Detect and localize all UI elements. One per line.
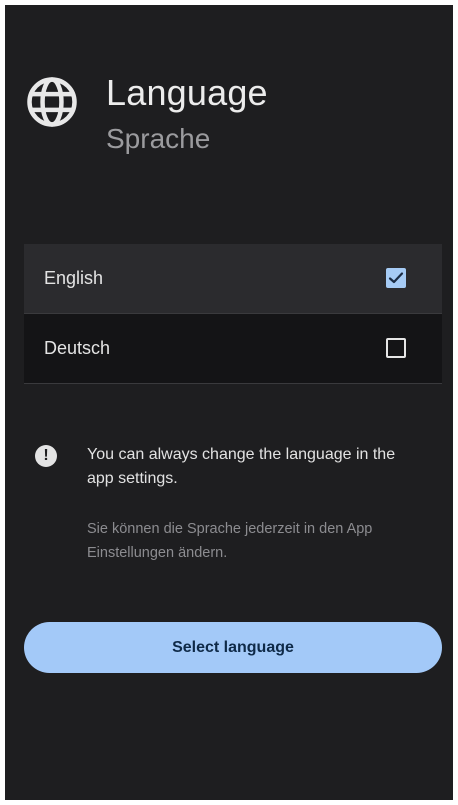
- language-option-deutsch[interactable]: Deutsch: [24, 314, 442, 384]
- language-option-english[interactable]: English: [24, 244, 442, 314]
- checkmark-icon: [388, 272, 404, 284]
- language-label: Deutsch: [44, 338, 111, 358]
- page-title: Language: [106, 72, 268, 113]
- select-language-button[interactable]: Select language: [24, 622, 442, 673]
- info-exclamation-icon: !: [35, 445, 57, 467]
- header: Language Sprache: [24, 67, 444, 167]
- language-label: English: [44, 268, 104, 288]
- checkbox-checked-icon[interactable]: [386, 268, 406, 288]
- globe-icon: [27, 77, 77, 127]
- language-list: English Deutsch: [24, 244, 442, 384]
- select-language-label: Select language: [172, 639, 294, 656]
- info-text-german: Sie können die Sprache jederzeit in den …: [87, 521, 373, 561]
- info-text-english: You can always change the language in th…: [87, 446, 396, 487]
- language-selection-screen: Language Sprache English Deutsch ! You c…: [5, 5, 453, 800]
- page-subtitle: Sprache: [106, 123, 211, 154]
- checkbox-empty-icon[interactable]: [386, 338, 406, 358]
